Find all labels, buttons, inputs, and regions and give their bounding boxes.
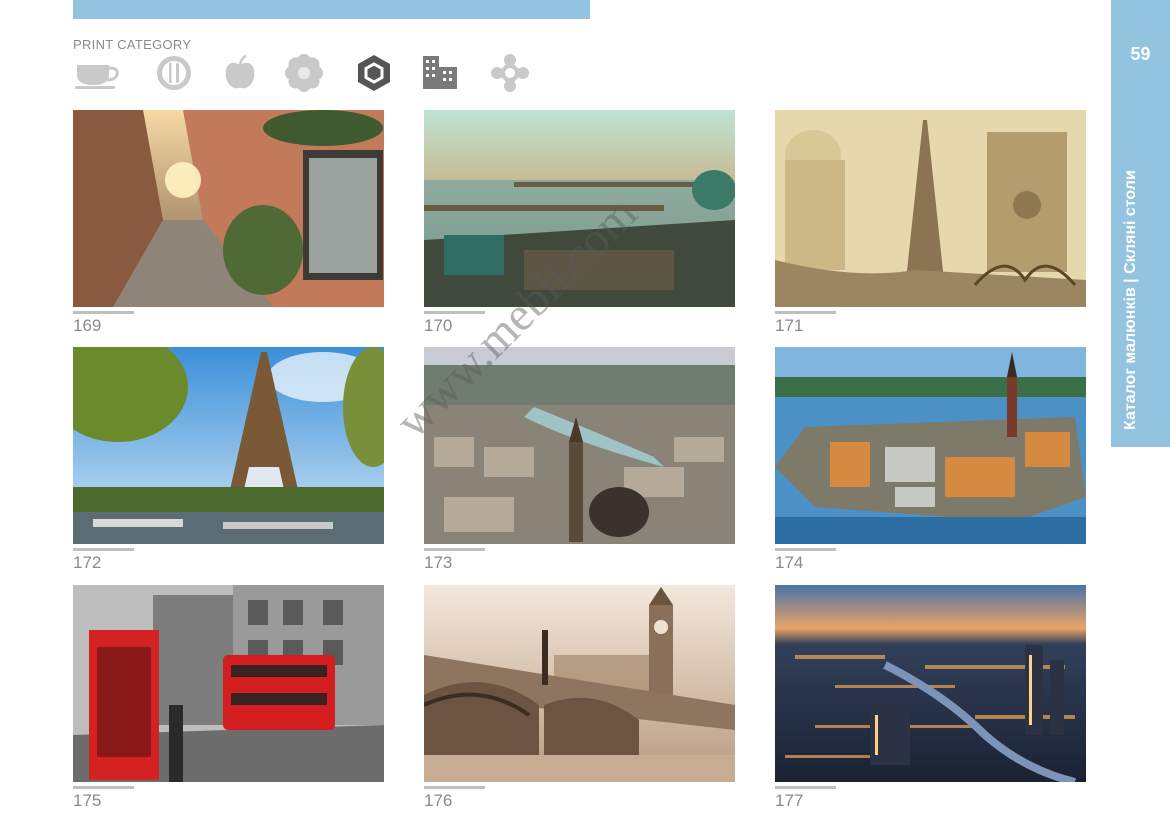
print-number: 169: [73, 316, 102, 335]
print-image-169[interactable]: [73, 110, 384, 307]
print-number: 176: [424, 791, 453, 810]
caption-bar: [424, 311, 485, 314]
caption-bar: [775, 786, 836, 789]
caption-bar: [424, 548, 485, 551]
print-number: 177: [775, 791, 804, 810]
cup-icon[interactable]: [73, 53, 119, 93]
ornament-icon[interactable]: [488, 53, 529, 93]
caption-bar: [424, 786, 485, 789]
page-number: 59: [1130, 44, 1151, 64]
flower-icon[interactable]: [284, 53, 324, 93]
caption-bar: [73, 311, 134, 314]
print-category-label: PRINT CATEGORY: [73, 37, 192, 52]
print-number: 173: [424, 553, 453, 572]
side-tab: 59 Каталог малюнків | Скляні столи: [1111, 0, 1170, 447]
print-image-171[interactable]: [775, 110, 1086, 307]
caption-bar: [73, 786, 134, 789]
buildings-icon[interactable]: [421, 53, 461, 93]
print-number: 170: [424, 316, 453, 335]
caption-bar: [73, 548, 134, 551]
print-image-172[interactable]: [73, 347, 384, 544]
hexagon-icon[interactable]: [354, 53, 394, 93]
print-number: 175: [73, 791, 102, 810]
print-image-177[interactable]: [775, 585, 1086, 782]
print-number: 172: [73, 553, 102, 572]
print-number: 171: [775, 316, 804, 335]
caption-bar: [775, 548, 836, 551]
print-number: 174: [775, 553, 804, 572]
print-image-174[interactable]: [775, 347, 1086, 544]
side-tab-title: Каталог малюнків | Скляні столи: [1122, 170, 1139, 430]
caption-bar: [775, 311, 836, 314]
apple-icon[interactable]: [220, 53, 260, 93]
print-image-176[interactable]: [424, 585, 735, 782]
header-accent-bar: [73, 0, 590, 19]
plate-cutlery-icon[interactable]: [154, 53, 194, 93]
print-image-175[interactable]: [73, 585, 384, 782]
